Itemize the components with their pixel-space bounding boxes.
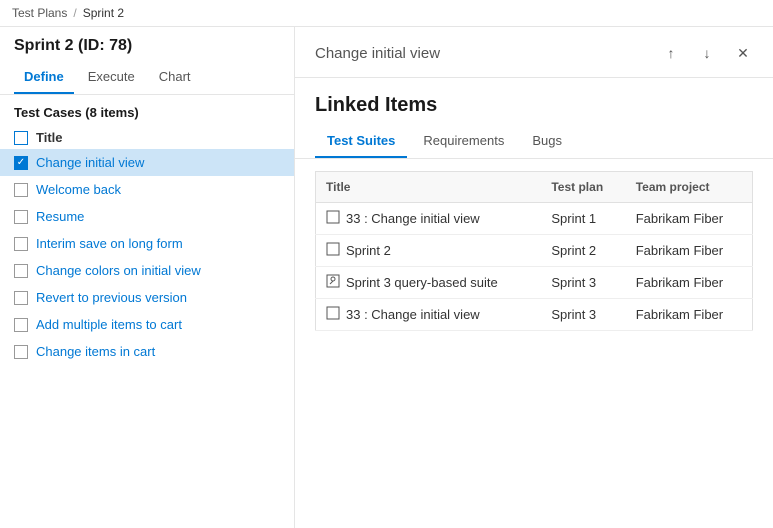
breadcrumb-sep: / (73, 6, 76, 20)
list-item-header[interactable]: — Title (0, 126, 294, 149)
table-row[interactable]: Sprint 3 query-based suite Sprint 3Fabrik… (316, 267, 753, 299)
left-panel: Sprint 2 (ID: 78) Define Execute Chart T… (0, 27, 295, 528)
cell-title: Sprint 2 (316, 235, 542, 267)
list-item-interim-save[interactable]: Interim save on long form (0, 230, 294, 257)
cell-title-text: 33 : Change initial view (346, 307, 480, 322)
right-tabs: Test Suites Requirements Bugs (295, 125, 773, 159)
cell-team-project: Fabrikam Fiber (626, 203, 753, 235)
right-panel-title: Change initial view (315, 45, 440, 62)
checkbox-unchecked-3[interactable] (14, 237, 28, 251)
main-layout: Sprint 2 (ID: 78) Define Execute Chart T… (0, 27, 773, 528)
minus-icon: — (16, 133, 26, 143)
table-row[interactable]: 33 : Change initial view Sprint 3Fabrikam… (316, 299, 753, 331)
item-label-change-colors: Change colors on initial view (36, 263, 201, 278)
list-item-resume[interactable]: Resume (0, 203, 294, 230)
checkbox-unchecked-4[interactable] (14, 264, 28, 278)
sprint-title: Sprint 2 (ID: 78) (0, 27, 294, 61)
list-item-change-initial-view[interactable]: ✓ Change initial view (0, 149, 294, 176)
list-item-change-items[interactable]: Change items in cart (0, 338, 294, 365)
checkbox-checked[interactable]: ✓ (14, 156, 28, 170)
down-button[interactable]: ↓ (693, 39, 721, 67)
close-button[interactable]: ✕ (729, 39, 757, 67)
item-label-resume: Resume (36, 209, 84, 224)
breadcrumb: Test Plans / Sprint 2 (0, 0, 773, 27)
test-list: — Title ✓ Change initial view Welcome ba… (0, 126, 294, 528)
cell-test-plan: Sprint 3 (541, 299, 625, 331)
item-label-revert: Revert to previous version (36, 290, 187, 305)
checkbox-unchecked-7[interactable] (14, 345, 28, 359)
item-label-welcome-back: Welcome back (36, 182, 121, 197)
checkbox-unchecked-1[interactable] (14, 183, 28, 197)
item-label-title: Title (36, 130, 63, 145)
static-suite-icon (326, 306, 340, 323)
table-row[interactable]: 33 : Change initial view Sprint 1Fabrikam… (316, 203, 753, 235)
cell-test-plan: Sprint 1 (541, 203, 625, 235)
breadcrumb-part2[interactable]: Sprint 2 (83, 6, 124, 20)
linked-items-title: Linked Items (295, 78, 773, 125)
cell-test-plan: Sprint 2 (541, 235, 625, 267)
item-label-change-items: Change items in cart (36, 344, 155, 359)
tab-bugs[interactable]: Bugs (520, 125, 574, 158)
list-item-welcome-back[interactable]: Welcome back (0, 176, 294, 203)
checkbox-unchecked-6[interactable] (14, 318, 28, 332)
cell-test-plan: Sprint 3 (541, 267, 625, 299)
up-button[interactable]: ↑ (657, 39, 685, 67)
cell-title: 33 : Change initial view (316, 299, 542, 331)
list-item-add-multiple[interactable]: Add multiple items to cart (0, 311, 294, 338)
right-actions: ↑ ↓ ✕ (657, 39, 757, 67)
cell-title-text: Sprint 2 (346, 243, 391, 258)
table-row[interactable]: Sprint 2Sprint 2Fabrikam Fiber (316, 235, 753, 267)
col-header-team-project: Team project (626, 172, 753, 203)
right-header: Change initial view ↑ ↓ ✕ (295, 27, 773, 78)
breadcrumb-part1[interactable]: Test Plans (12, 6, 67, 20)
test-cases-header: Test Cases (8 items) (0, 95, 294, 126)
checkbox-minus[interactable]: — (14, 131, 28, 145)
col-header-test-plan: Test plan (541, 172, 625, 203)
item-label-add-multiple: Add multiple items to cart (36, 317, 182, 332)
check-icon: ✓ (17, 158, 25, 168)
cell-title-text: 33 : Change initial view (346, 211, 480, 226)
query-suite-icon (326, 274, 340, 291)
table-container: Title Test plan Team project 33 : Change… (295, 159, 773, 528)
left-tabs: Define Execute Chart (0, 61, 294, 95)
item-label-change-initial: Change initial view (36, 155, 144, 170)
tab-test-suites[interactable]: Test Suites (315, 125, 407, 158)
tab-define[interactable]: Define (14, 61, 74, 94)
static-suite-icon (326, 242, 340, 259)
cell-team-project: Fabrikam Fiber (626, 267, 753, 299)
cell-title: Sprint 3 query-based suite (316, 267, 542, 299)
col-header-title: Title (316, 172, 542, 203)
checkbox-unchecked-5[interactable] (14, 291, 28, 305)
tab-chart[interactable]: Chart (149, 61, 201, 94)
tab-requirements[interactable]: Requirements (411, 125, 516, 158)
right-panel: Change initial view ↑ ↓ ✕ Linked Items T… (295, 27, 773, 528)
tab-execute[interactable]: Execute (78, 61, 145, 94)
list-item-revert[interactable]: Revert to previous version (0, 284, 294, 311)
item-label-interim-save: Interim save on long form (36, 236, 183, 251)
cell-title-text: Sprint 3 query-based suite (346, 275, 498, 290)
static-suite-icon (326, 210, 340, 227)
cell-title: 33 : Change initial view (316, 203, 542, 235)
cell-team-project: Fabrikam Fiber (626, 235, 753, 267)
table-header-row: Title Test plan Team project (316, 172, 753, 203)
list-item-change-colors[interactable]: Change colors on initial view (0, 257, 294, 284)
cell-team-project: Fabrikam Fiber (626, 299, 753, 331)
linked-table: Title Test plan Team project 33 : Change… (315, 171, 753, 331)
checkbox-unchecked-2[interactable] (14, 210, 28, 224)
